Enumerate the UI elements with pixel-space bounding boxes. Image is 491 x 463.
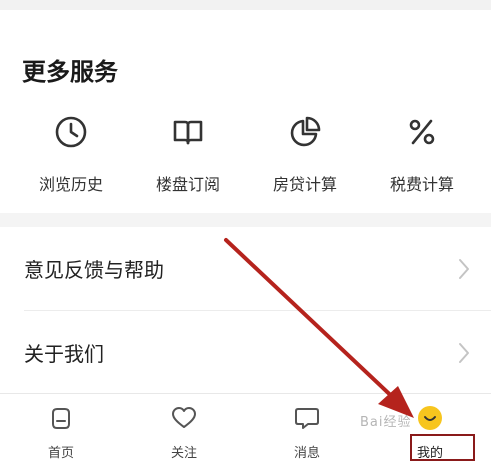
menu-item-label: 关于我们 xyxy=(24,342,104,366)
menu-item-label: 意见反馈与帮助 xyxy=(24,258,164,282)
service-mortgage-calculator[interactable]: 房贷计算 xyxy=(250,113,360,203)
book-icon xyxy=(173,120,203,145)
chevron-right-icon xyxy=(459,342,469,363)
watermark-text: Bai经验 xyxy=(360,415,412,430)
service-property-subscription[interactable]: 楼盘订阅 xyxy=(133,113,243,203)
tab-messages[interactable]: 消息 xyxy=(246,394,368,463)
highlight-box xyxy=(410,434,475,461)
heart-icon xyxy=(172,407,196,428)
smile-avatar-icon xyxy=(418,406,442,430)
tab-label: 关注 xyxy=(170,446,197,461)
tab-follow[interactable]: 关注 xyxy=(123,394,245,463)
tab-label: 首页 xyxy=(47,446,74,461)
more-services-card: 更多服务 浏览历史 楼盘订阅 房贷计算 税费计算 xyxy=(0,10,491,213)
service-label: 房贷计算 xyxy=(272,175,337,194)
section-gap xyxy=(0,213,491,227)
tab-label: 消息 xyxy=(293,446,320,461)
service-label: 浏览历史 xyxy=(38,175,103,194)
service-tax-calculator[interactable]: 税费计算 xyxy=(367,113,477,203)
service-browse-history[interactable]: 浏览历史 xyxy=(16,113,126,203)
chevron-right-icon xyxy=(459,258,469,279)
pie-chart-icon xyxy=(290,116,321,147)
menu-item-feedback-help[interactable]: 意见反馈与帮助 xyxy=(0,227,491,310)
service-label: 楼盘订阅 xyxy=(155,175,220,194)
more-services-title: 更多服务 xyxy=(22,58,118,86)
home-icon xyxy=(52,408,70,429)
clock-icon xyxy=(55,116,87,148)
percent-icon xyxy=(409,119,435,145)
service-label: 税费计算 xyxy=(389,175,454,194)
top-strip xyxy=(0,0,491,10)
message-icon xyxy=(295,408,319,429)
settings-menu-list: 意见反馈与帮助 关于我们 xyxy=(0,227,491,393)
my-page-screen: 更多服务 浏览历史 楼盘订阅 房贷计算 税费计算 意见反馈与帮助 关于我们 首页… xyxy=(0,0,491,463)
tab-home[interactable]: 首页 xyxy=(0,394,122,463)
menu-item-about-us[interactable]: 关于我们 xyxy=(0,311,491,394)
